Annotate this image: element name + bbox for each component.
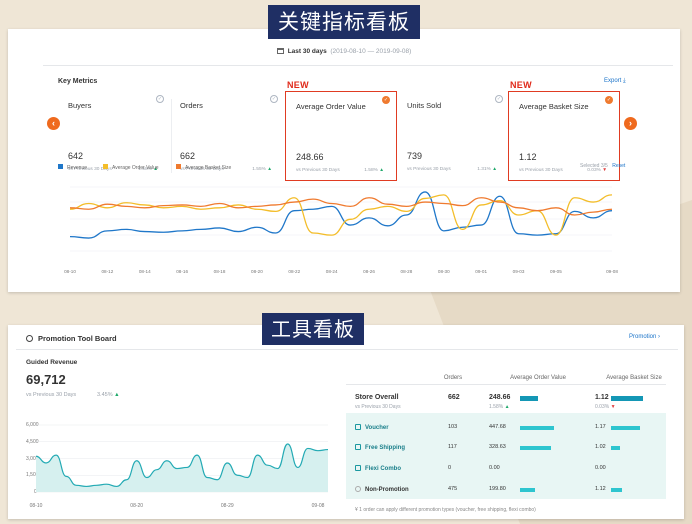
row-vs: vs Previous 30 Days — [355, 404, 401, 410]
x-tick-label: 08-24 — [325, 269, 338, 274]
row-label-text: Free Shipping — [365, 445, 406, 451]
key-metrics-line-chart — [69, 186, 613, 252]
row-label[interactable]: Voucher — [355, 424, 389, 431]
footnote: ¥ 1 order can apply different promotion … — [355, 507, 536, 513]
promotion-type-icon — [355, 424, 361, 430]
guided-revenue-area-chart — [35, 424, 329, 493]
row-label-text: Voucher — [365, 425, 389, 431]
row-abs: 1.12 — [595, 394, 609, 401]
aov-bar — [520, 396, 538, 401]
row-orders: 475 — [448, 486, 458, 492]
aov-bar — [520, 446, 552, 450]
row-abs: 1.02 — [595, 444, 606, 450]
promotion-row-flexi-combo[interactable]: Flexi Combo 0 0.00 0.00 — [346, 462, 666, 476]
row-aov: 199.80 — [489, 486, 506, 492]
row-label[interactable]: Free Shipping — [355, 444, 405, 451]
column-header-abs: Average Basket Size — [606, 375, 662, 381]
promotion-type-icon — [355, 444, 361, 450]
chevron-right-icon: › — [658, 334, 661, 340]
abs-bar — [611, 396, 643, 401]
key-metrics-card: Last 30 days (2019-08-10 — 2019-09-08) K… — [8, 29, 680, 292]
store-overall-row: Store Overall vs Previous 30 Days 662 24… — [346, 391, 666, 413]
promotion-tool-card: Promotion Tool Board Promotion › Guided … — [8, 325, 684, 519]
row-orders: 0 — [448, 465, 452, 471]
promotion-row-non-promotion[interactable]: Non-Promotion 475 199.80 1.12 — [346, 483, 666, 497]
x-tick-label: 08-14 — [138, 269, 151, 274]
x-tick-label: 08-16 — [176, 269, 188, 274]
x-tick-label: 08-30 — [437, 269, 450, 274]
row-orders: 117 — [448, 444, 457, 450]
x-tick-label: 08-12 — [101, 269, 114, 274]
x-tick-label: 09-03 — [512, 269, 525, 274]
row-abs: 0.00 — [595, 465, 606, 471]
up-arrow-icon: ▲ — [504, 404, 510, 410]
row-label: Non-Promotion — [355, 486, 409, 493]
abs-bar — [611, 446, 620, 450]
column-header-orders: Orders — [443, 375, 463, 381]
x-tick-label: 09-08 — [606, 269, 618, 274]
series-line-revenue — [69, 191, 613, 239]
row-label-text: Flexi Combo — [365, 466, 402, 472]
x-tick-label: 08-22 — [288, 269, 301, 274]
row-abs-change: 0.03% ▼ — [595, 404, 616, 410]
column-header-aov: Average Order Value — [510, 375, 566, 381]
row-aov: 447.68 — [489, 424, 506, 430]
row-label: Store Overall — [355, 394, 399, 401]
down-arrow-icon: ▼ — [610, 404, 616, 410]
row-aov: 248.66 — [489, 394, 511, 401]
x-tick-label: 08-26 — [363, 269, 375, 274]
x-tick-label: 08-18 — [213, 269, 226, 274]
x-tick-label: 08-10 — [64, 269, 76, 274]
abs-bar — [611, 426, 640, 430]
x-tick-label: 09-01 — [475, 269, 488, 274]
promotion-row-free-shipping[interactable]: Free Shipping 117 328.63 1.02 — [346, 441, 666, 455]
x-tick-label: 08-20 — [251, 269, 263, 274]
row-abs: 1.17 — [595, 424, 606, 430]
row-aov: 328.63 — [489, 444, 506, 450]
header-key-metrics-board: 关键指标看板 — [268, 5, 420, 39]
row-aov: 0.00 — [489, 465, 500, 471]
x-tick-label: 08-28 — [400, 269, 413, 274]
divider — [346, 384, 666, 385]
promotion-link-label: Promotion — [629, 334, 657, 340]
row-label-text: Non-Promotion — [365, 487, 409, 493]
row-aov-change: 1.58% ▲ — [489, 404, 510, 410]
row-orders: 662 — [448, 394, 460, 401]
row-orders: 103 — [448, 424, 458, 430]
row-label[interactable]: Flexi Combo — [355, 465, 401, 472]
promotion-type-icon — [355, 465, 361, 471]
promotion-row-voucher[interactable]: Voucher 103 447.68 1.17 — [346, 421, 666, 435]
abs-bar — [611, 488, 622, 492]
x-tick-label: 09-05 — [550, 269, 562, 274]
circle-icon — [355, 486, 361, 492]
promotion-link[interactable]: Promotion › — [629, 334, 660, 340]
row-abs: 1.12 — [595, 486, 606, 492]
aov-bar — [520, 488, 535, 492]
aov-bar — [520, 426, 554, 430]
header-tool-board: 工具看板 — [262, 313, 364, 345]
